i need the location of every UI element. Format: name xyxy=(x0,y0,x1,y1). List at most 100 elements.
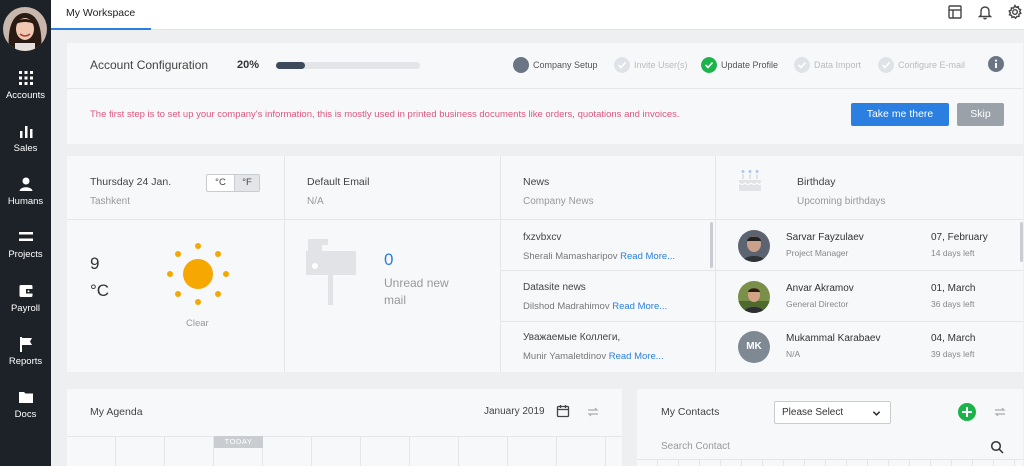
skip-button[interactable]: Skip xyxy=(957,103,1004,126)
sidebar-item-accounts[interactable]: Accounts xyxy=(0,70,51,101)
mailbox-icon xyxy=(306,239,356,305)
contacts-filter-select[interactable]: Please Select xyxy=(774,401,891,424)
contacts-grid xyxy=(637,459,1023,466)
add-contact-icon[interactable] xyxy=(958,403,976,421)
config-title: Account Configuration xyxy=(90,58,209,72)
birthday-name: Sarvar Fayzulaev xyxy=(786,232,864,243)
agenda-title: My Agenda xyxy=(90,406,143,418)
avatar[interactable] xyxy=(3,7,47,51)
email-title: Default Email xyxy=(307,176,370,188)
flag-icon xyxy=(19,337,32,352)
birthday-days-left: 39 days left xyxy=(931,349,975,359)
agenda-grid xyxy=(67,436,622,466)
news-author: Dilshod Madrahimov xyxy=(523,301,610,312)
birthday-row[interactable]: Anvar Akramov General Director 01, March… xyxy=(738,279,1018,319)
fahrenheit-button[interactable]: °F xyxy=(234,175,259,191)
birthday-role: General Director xyxy=(786,299,849,309)
news-title: News xyxy=(523,176,550,188)
birthday-name: Mukammal Karabaev xyxy=(786,333,881,344)
config-divider xyxy=(67,88,1023,89)
agenda-month: January 2019 xyxy=(484,406,545,417)
unread-mail-count[interactable]: 0 xyxy=(384,250,393,270)
contact-search-input[interactable]: Search Contact xyxy=(661,440,981,455)
birthday-name: Anvar Akramov xyxy=(786,283,854,294)
gear-icon[interactable] xyxy=(1007,4,1023,20)
calendar-icon[interactable] xyxy=(556,404,570,418)
news-author: Munir Yamaletdinov xyxy=(523,351,607,362)
search-icon[interactable] xyxy=(990,440,1004,454)
unit-toggle: °C °F xyxy=(206,174,260,192)
divider xyxy=(500,270,715,271)
birthday-scrollbar[interactable] xyxy=(1020,222,1023,262)
config-message: The first step is to set up your company… xyxy=(90,109,680,120)
sidebar-item-label: Sales xyxy=(13,143,38,154)
news-scrollbar[interactable] xyxy=(710,222,713,268)
chevron-down-icon xyxy=(872,411,881,416)
search-placeholder: Search Contact xyxy=(661,441,730,452)
sun-icon xyxy=(167,243,229,305)
check-circle-icon xyxy=(701,57,717,73)
user-icon xyxy=(19,177,32,191)
select-value: Please Select xyxy=(782,407,844,418)
news-headline: fxzvbxcv xyxy=(523,232,562,243)
weather-date: Thursday 24 Jan. xyxy=(90,176,172,188)
sidebar-item-docs[interactable]: Docs xyxy=(0,389,51,420)
news-headline: Datasite news xyxy=(523,282,586,293)
bell-icon[interactable] xyxy=(977,4,993,20)
layout-icon[interactable] xyxy=(947,4,963,20)
sidebar-item-label: Humans xyxy=(7,196,44,207)
birthday-title: Birthday xyxy=(797,176,836,188)
bar-chart-icon xyxy=(19,126,32,138)
sidebar-item-label: Docs xyxy=(14,409,37,420)
sidebar-item-humans[interactable]: Humans xyxy=(0,176,51,207)
initials-avatar: MK xyxy=(738,331,770,363)
divider xyxy=(284,156,285,372)
refresh-icon[interactable] xyxy=(586,405,600,419)
birthday-row[interactable]: MK Mukammal Karabaev N/A 04, March 39 da… xyxy=(738,329,1018,369)
birthday-role: N/A xyxy=(786,349,801,359)
sidebar-item-sales[interactable]: Sales xyxy=(0,123,51,154)
celsius-button[interactable]: °C xyxy=(207,175,234,191)
divider xyxy=(500,156,501,372)
birthday-role: Project Manager xyxy=(786,248,849,258)
birthday-date: 07, February xyxy=(931,232,988,243)
divider xyxy=(500,321,715,322)
weather-city: Tashkent xyxy=(90,196,131,207)
birthday-days-left: 36 days left xyxy=(931,299,975,309)
birthday-row[interactable]: Sarvar Fayzulaev Project Manager 07, Feb… xyxy=(738,228,1018,268)
avatar xyxy=(738,230,770,262)
today-label: TODAY xyxy=(214,436,263,448)
sidebar-item-projects[interactable]: Projects xyxy=(0,229,51,260)
news-item[interactable]: fxzvbxcv Sherali Mamasharipov Read More.… xyxy=(523,232,708,262)
unread-mail-caption: Unread new mail xyxy=(384,276,449,307)
check-circle-icon xyxy=(614,57,630,73)
config-percent: 20% xyxy=(237,59,260,71)
sidebar-item-label: Projects xyxy=(8,249,43,260)
top-bar: My Workspace xyxy=(51,0,1024,30)
cake-icon xyxy=(738,170,762,191)
sidebar-item-label: Payroll xyxy=(10,303,41,314)
read-more-link[interactable]: Read More... xyxy=(609,351,664,362)
news-item[interactable]: Datasite news Dilshod Madrahimov Read Mo… xyxy=(523,282,708,312)
divider xyxy=(715,270,1023,271)
check-circle-icon xyxy=(794,57,810,73)
check-circle-icon xyxy=(878,57,894,73)
news-item[interactable]: Уважаемые Коллеги, Munir Yamaletdinov Re… xyxy=(523,332,708,362)
read-more-link[interactable]: Read More... xyxy=(620,251,675,262)
sidebar-item-payroll[interactable]: Payroll xyxy=(0,283,51,314)
tab-my-workspace[interactable]: My Workspace xyxy=(51,0,151,30)
birthday-date: 04, March xyxy=(931,333,976,344)
birthday-days-left: 14 days left xyxy=(931,248,975,258)
menu-icon xyxy=(18,232,33,241)
contacts-title: My Contacts xyxy=(661,406,720,418)
divider xyxy=(67,219,1023,220)
wallet-icon xyxy=(19,285,32,297)
refresh-icon[interactable] xyxy=(993,405,1007,419)
weather-condition: Clear xyxy=(186,318,209,329)
sidebar-item-reports[interactable]: Reports xyxy=(0,336,51,367)
info-icon[interactable] xyxy=(988,56,1004,72)
config-progress-bar xyxy=(276,62,420,69)
take-me-there-button[interactable]: Take me there xyxy=(851,103,949,126)
avatar xyxy=(738,281,770,313)
read-more-link[interactable]: Read More... xyxy=(612,301,667,312)
